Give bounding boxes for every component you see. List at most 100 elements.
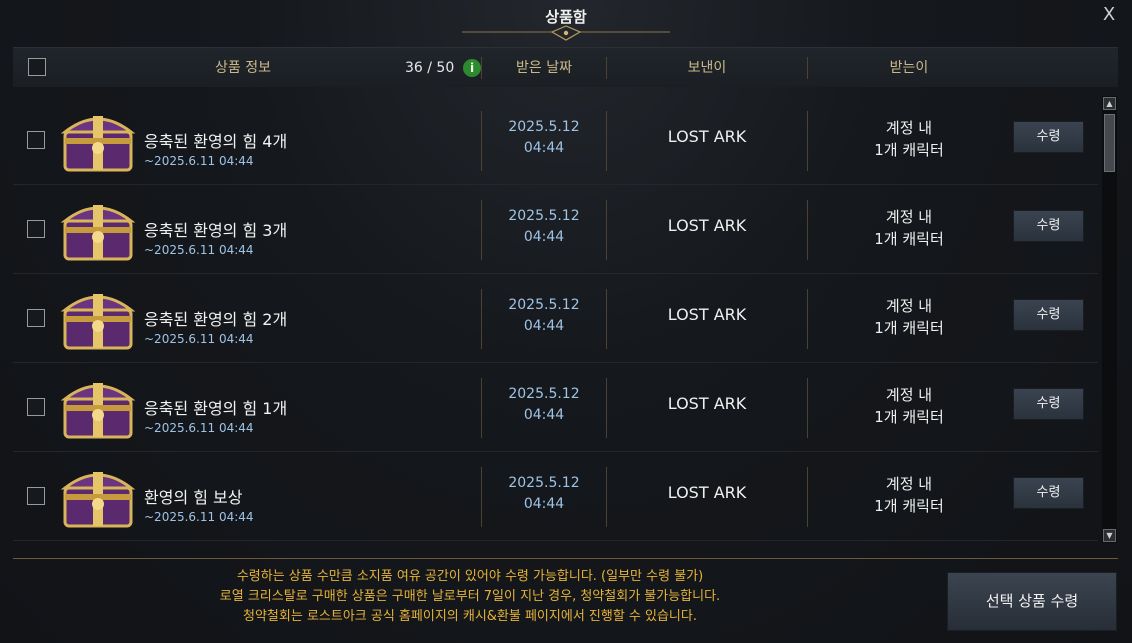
notice-line: 로열 크리스탈로 구매한 상품은 구매한 날로부터 7일이 지난 경우, 청약철… xyxy=(219,589,721,604)
select-all-checkbox[interactable] xyxy=(28,58,46,76)
item-name: 응축된 환영의 힘 2개 xyxy=(144,310,288,329)
footer-divider xyxy=(13,558,1118,559)
notice-line: 청약철회는 로스트아크 공식 홈페이지의 캐시&환불 페이지에서 진행할 수 있… xyxy=(243,609,697,624)
treasure-chest-icon xyxy=(60,205,136,261)
scroll-thumb[interactable] xyxy=(1104,114,1115,172)
claim-button[interactable]: 수령 xyxy=(1013,477,1084,509)
recipient-line2: 1개 캐릭터 xyxy=(874,230,944,248)
recipient-line2: 1개 캐릭터 xyxy=(874,141,944,159)
item-name: 응축된 환영의 힘 3개 xyxy=(144,221,288,240)
item-count: 36 / 50 xyxy=(405,60,455,76)
recipient-line1: 계정 내 xyxy=(885,475,933,493)
recipient-line1: 계정 내 xyxy=(885,297,933,315)
item-expire-date: ~2025.6.11 04:44 xyxy=(144,243,254,257)
treasure-chest-icon xyxy=(60,472,136,528)
received-date-day: 2025.5.12 xyxy=(508,297,580,313)
column-divider xyxy=(807,467,808,527)
recipient: 계정 내 1개 캐릭터 xyxy=(809,117,1009,161)
item-expire-date: ~2025.6.11 04:44 xyxy=(144,154,254,168)
item-expire-date: ~2025.6.11 04:44 xyxy=(144,510,254,524)
claim-button[interactable]: 수령 xyxy=(1013,299,1084,331)
received-date: 2025.5.12 04:44 xyxy=(483,384,605,426)
scroll-down-icon[interactable]: ▼ xyxy=(1103,529,1116,542)
sender-name: LOST ARK xyxy=(667,127,747,146)
close-icon: X xyxy=(1102,4,1116,25)
info-icon[interactable]: i xyxy=(463,59,481,77)
notice-text: 수령하는 상품 수만큼 소지품 여유 공간이 있어야 수령 가능합니다. (일부… xyxy=(150,567,790,627)
item-list: 응축된 환영의 힘 4개 ~2025.6.11 04:44 2025.5.12 … xyxy=(13,96,1098,543)
list-header: 상품 정보 36 / 50 i 받은 날짜 보낸이 받는이 xyxy=(13,47,1118,87)
list-item: 응축된 환영의 힘 2개 ~2025.6.11 04:44 2025.5.12 … xyxy=(13,274,1098,363)
item-checkbox[interactable] xyxy=(27,487,45,505)
list-item: 응축된 환영의 힘 1개 ~2025.6.11 04:44 2025.5.12 … xyxy=(13,363,1098,452)
recipient-line2: 1개 캐릭터 xyxy=(874,497,944,515)
item-checkbox[interactable] xyxy=(27,131,45,149)
treasure-chest-icon xyxy=(60,116,136,172)
header-received-date: 받은 날짜 xyxy=(516,60,572,76)
gift-box-window: 상품함 X 상품 정보 36 / 50 i 받은 날짜 보낸이 받는이 응축된 … xyxy=(0,0,1132,643)
item-expire-date: ~2025.6.11 04:44 xyxy=(144,421,254,435)
received-date-time: 04:44 xyxy=(523,229,565,245)
header-sender: 보낸이 xyxy=(687,60,727,76)
header-recipient: 받는이 xyxy=(889,60,929,76)
sender-name: LOST ARK xyxy=(667,216,747,235)
claim-button[interactable]: 수령 xyxy=(1013,210,1084,242)
received-date: 2025.5.12 04:44 xyxy=(483,295,605,337)
column-divider xyxy=(481,111,482,171)
scroll-up-icon[interactable]: ▲ xyxy=(1103,97,1116,110)
recipient-line1: 계정 내 xyxy=(885,208,933,226)
item-name: 응축된 환영의 힘 1개 xyxy=(144,399,288,418)
sender-name: LOST ARK xyxy=(667,483,747,502)
column-divider xyxy=(807,111,808,171)
recipient-line1: 계정 내 xyxy=(885,119,933,137)
received-date-day: 2025.5.12 xyxy=(508,475,580,491)
claim-button[interactable]: 수령 xyxy=(1013,388,1084,420)
header-divider xyxy=(481,57,482,79)
recipient: 계정 내 1개 캐릭터 xyxy=(809,384,1009,428)
sender-name: LOST ARK xyxy=(667,305,747,324)
item-name: 응축된 환영의 힘 4개 xyxy=(144,132,288,151)
column-divider xyxy=(481,378,482,438)
treasure-chest-icon xyxy=(60,383,136,439)
sender-name: LOST ARK xyxy=(667,394,747,413)
column-divider xyxy=(481,200,482,260)
received-date-time: 04:44 xyxy=(523,318,565,334)
recipient-line1: 계정 내 xyxy=(885,386,933,404)
column-divider xyxy=(807,289,808,349)
column-divider xyxy=(807,378,808,438)
recipient: 계정 내 1개 캐릭터 xyxy=(809,206,1009,250)
received-date-day: 2025.5.12 xyxy=(508,386,580,402)
recipient: 계정 내 1개 캐릭터 xyxy=(809,295,1009,339)
item-checkbox[interactable] xyxy=(27,220,45,238)
column-divider xyxy=(481,467,482,527)
item-name: 환영의 힘 보상 xyxy=(144,488,243,507)
column-divider xyxy=(481,289,482,349)
item-expire-date: ~2025.6.11 04:44 xyxy=(144,332,254,346)
received-date: 2025.5.12 04:44 xyxy=(483,206,605,248)
list-item: 환영의 힘 보상 ~2025.6.11 04:44 2025.5.12 04:4… xyxy=(13,452,1098,541)
received-date: 2025.5.12 04:44 xyxy=(483,117,605,159)
claim-selected-button[interactable]: 선택 상품 수령 xyxy=(947,572,1117,631)
item-checkbox[interactable] xyxy=(27,309,45,327)
list-item: 응축된 환영의 힘 4개 ~2025.6.11 04:44 2025.5.12 … xyxy=(13,96,1098,185)
item-checkbox[interactable] xyxy=(27,398,45,416)
received-date-time: 04:44 xyxy=(523,496,565,512)
recipient-line2: 1개 캐릭터 xyxy=(874,408,944,426)
recipient: 계정 내 1개 캐릭터 xyxy=(809,473,1009,517)
close-button[interactable]: X xyxy=(1098,4,1120,26)
column-divider xyxy=(807,200,808,260)
title-ornament-icon xyxy=(462,25,670,41)
header-divider xyxy=(807,57,808,79)
scrollbar[interactable]: ▲ ▼ xyxy=(1102,96,1117,543)
received-date-day: 2025.5.12 xyxy=(508,119,580,135)
received-date-time: 04:44 xyxy=(523,140,565,156)
titlebar: 상품함 X xyxy=(0,0,1132,41)
notice-line: 수령하는 상품 수만큼 소지품 여유 공간이 있어야 수령 가능합니다. (일부… xyxy=(236,569,704,584)
claim-button[interactable]: 수령 xyxy=(1013,121,1084,153)
recipient-line2: 1개 캐릭터 xyxy=(874,319,944,337)
received-date-day: 2025.5.12 xyxy=(508,208,580,224)
received-date: 2025.5.12 04:44 xyxy=(483,473,605,515)
header-product-info: 상품 정보 xyxy=(215,60,271,76)
received-date-time: 04:44 xyxy=(523,407,565,423)
list-item: 응축된 환영의 힘 3개 ~2025.6.11 04:44 2025.5.12 … xyxy=(13,185,1098,274)
